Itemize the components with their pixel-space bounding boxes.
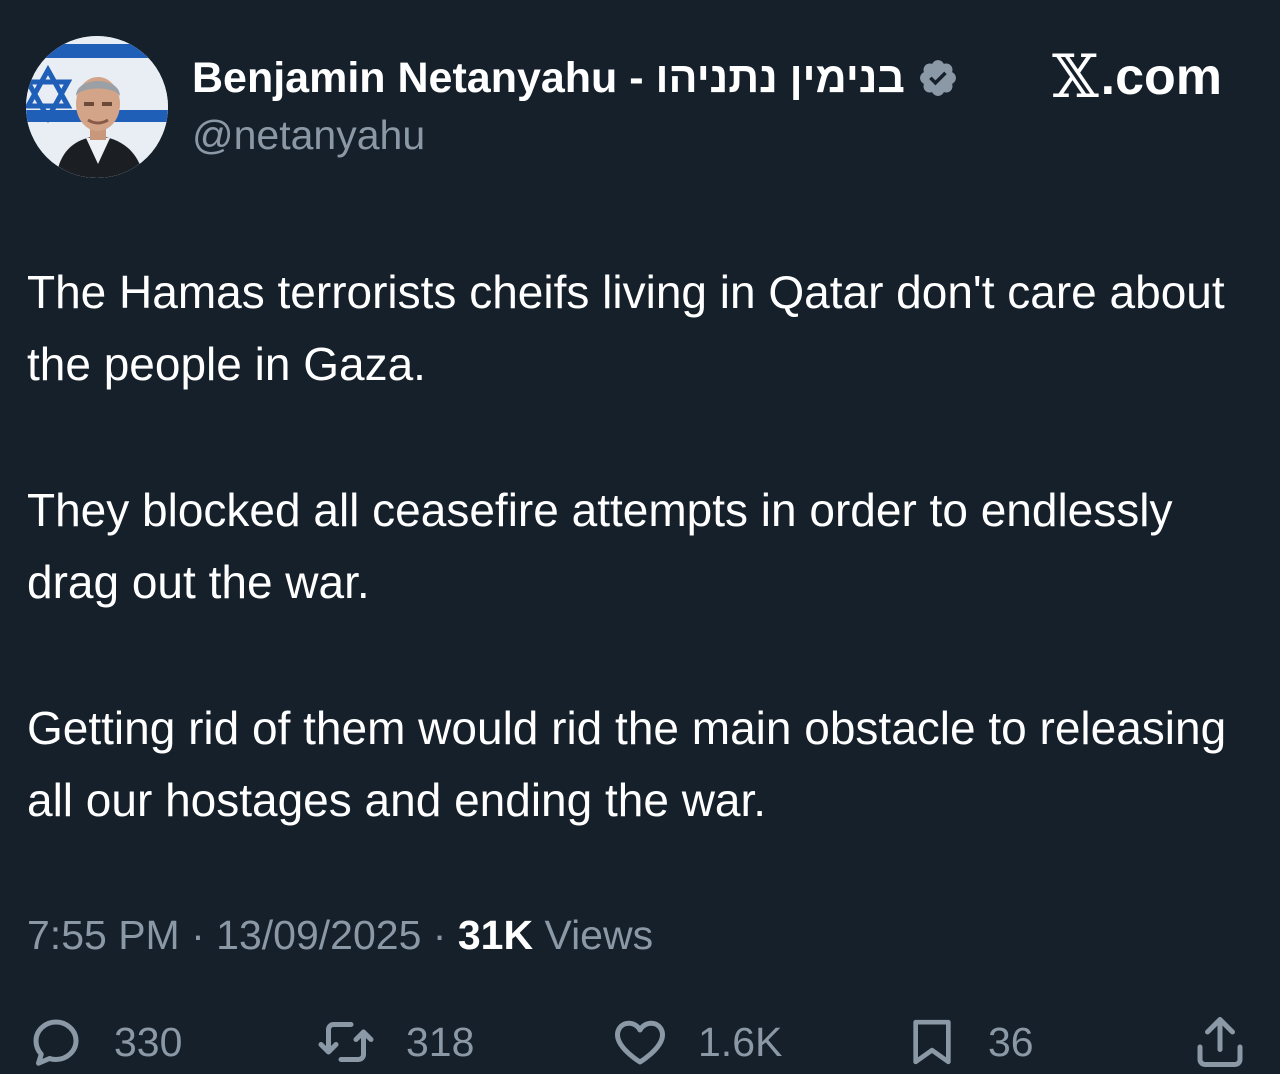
author-display-name-row[interactable]: Benjamin Netanyahu - בנימין נתניהו	[192, 50, 959, 106]
tweet-date[interactable]: 13/09/2025	[216, 912, 421, 958]
like-count: 1.6K	[698, 1018, 783, 1065]
retweet-button[interactable]: 318	[314, 1010, 474, 1074]
bookmark-button[interactable]: 36	[904, 1010, 1034, 1074]
tweet-paragraph: Getting rid of them would rid the main o…	[27, 702, 1227, 826]
share-button[interactable]	[1190, 1010, 1278, 1074]
action-bar: 330 318 1.6K 36	[0, 1010, 1280, 1074]
retweet-count: 318	[406, 1018, 475, 1065]
views-label: Views	[544, 912, 654, 958]
brand-domain: .com	[1100, 48, 1222, 106]
tweet-time[interactable]: 7:55 PM	[27, 912, 180, 958]
views-count: 31K	[457, 912, 534, 958]
verified-badge-icon	[917, 57, 959, 99]
x-logo-icon: 𝕏	[1052, 42, 1099, 112]
tweet-paragraph: The Hamas terrorists cheifs living in Qa…	[27, 266, 1225, 390]
bookmark-count: 36	[988, 1018, 1034, 1065]
meta-separator: ·	[432, 912, 447, 958]
profile-photo	[26, 36, 168, 178]
like-button[interactable]: 1.6K	[610, 1010, 782, 1074]
reply-button[interactable]: 330	[26, 1010, 182, 1074]
reply-icon	[33, 1019, 79, 1066]
bookmark-icon	[913, 1019, 951, 1065]
meta-separator: ·	[191, 912, 205, 958]
heart-icon	[615, 1020, 665, 1065]
share-icon	[1197, 1017, 1243, 1067]
author-display-name[interactable]: Benjamin Netanyahu - בנימין נתניהו	[192, 54, 905, 103]
avatar[interactable]	[26, 36, 168, 178]
author-handle[interactable]: @netanyahu	[192, 112, 425, 159]
reply-count: 330	[114, 1018, 183, 1065]
brand-watermark: 𝕏 .com	[1052, 42, 1222, 112]
tweet-meta: 7:55 PM · 13/09/2025 · 31K Views	[27, 912, 653, 959]
tweet-text: The Hamas terrorists cheifs living in Qa…	[27, 256, 1247, 910]
retweet-icon	[318, 1022, 374, 1062]
tweet-paragraph: They blocked all ceasefire attempts in o…	[27, 484, 1173, 608]
